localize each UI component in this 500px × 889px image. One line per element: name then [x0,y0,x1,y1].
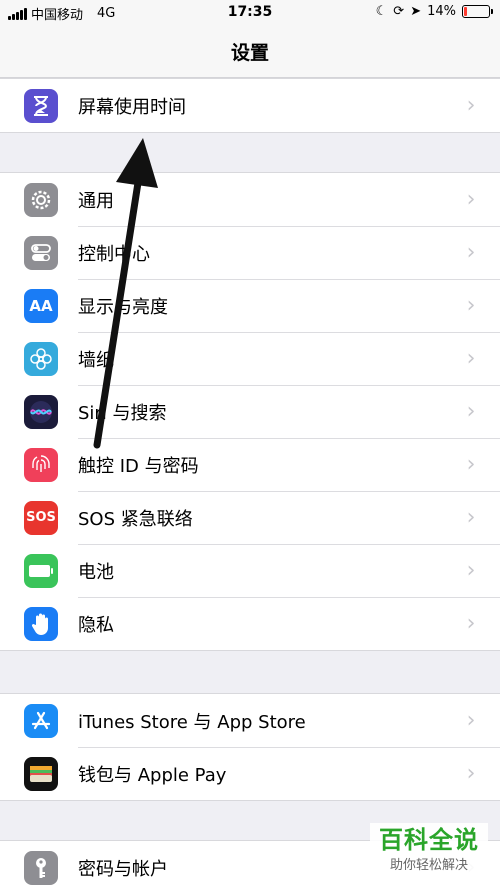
flower-icon [24,341,58,376]
sos-icon: SOS [24,500,58,535]
settings-row-label: 墙纸 [78,349,114,371]
settings-row-label: SOS 紧急联络 [78,508,193,530]
status-bar: 中国移动 4G 17:35 ☾ ⟳ ➤ 14% [0,0,500,26]
settings-row-label: 屏幕使用时间 [78,96,186,118]
settings-row-app-store[interactable]: iTunes Store 与 App Store › [0,694,500,747]
toggles-icon [24,235,58,270]
watermark-logo: 百科全说 助你轻松解决 [370,823,488,883]
chevron-right-icon: › [466,346,476,371]
location-icon: ➤ [410,4,422,19]
chevron-right-icon: › [466,761,476,786]
settings-row-toggles[interactable]: 控制中心 › [0,226,500,279]
icon-text: AA [29,296,53,315]
app-store-icon [24,703,58,738]
settings-group-general: 通用 › 控制中心 › AA 显示与亮度 › 墙纸 › Siri 与搜索 › 触控 ID 与密码 › SO… [0,172,500,651]
chevron-right-icon: › [466,611,476,636]
settings-row-fingerprint[interactable]: 触控 ID 与密码 › [0,438,500,491]
hourglass-icon [24,88,58,123]
settings-row-siri[interactable]: Siri 与搜索 › [0,385,500,438]
settings-row-label: Siri 与搜索 [78,402,167,424]
settings-row-wallet[interactable]: 钱包与 Apple Pay › [0,747,500,800]
settings-row-sos[interactable]: SOS SOS 紧急联络 › [0,491,500,544]
settings-row-label: 钱包与 Apple Pay [78,764,227,786]
chevron-right-icon: › [466,505,476,530]
moon-icon: ☾ [375,4,388,19]
settings-row-gear[interactable]: 通用 › [0,173,500,226]
settings-group-stores: iTunes Store 与 App Store › 钱包与 Apple Pay › [0,693,500,801]
rotation-lock-icon: ⟳ [393,4,405,19]
settings-row-label: iTunes Store 与 App Store [78,711,306,733]
settings-group-screen-time: 屏幕使用时间 › [0,78,500,133]
battery-icon [462,5,493,18]
battery-percent: 14% [427,4,456,19]
settings-row-flower[interactable]: 墙纸 › [0,332,500,385]
watermark-title: 百科全说 [379,826,479,854]
icon-text: SOS [26,510,56,525]
chevron-right-icon: › [466,240,476,265]
settings-row-label: 触控 ID 与密码 [78,455,199,477]
settings-row-battery[interactable]: 电池 › [0,544,500,597]
status-right: ☾ ⟳ ➤ 14% [375,4,493,19]
wallet-icon [24,756,58,791]
fingerprint-icon [24,447,58,482]
hand-icon [24,606,58,641]
settings-row-hourglass[interactable]: 屏幕使用时间 › [0,79,500,132]
nav-bar: 设置 [0,26,500,78]
gear-icon [24,182,58,217]
chevron-right-icon: › [466,399,476,424]
settings-row-label: 通用 [78,190,114,212]
settings-row-hand[interactable]: 隐私 › [0,597,500,650]
key-icon [24,850,58,885]
settings-row-label: 电池 [78,561,114,583]
settings-row-label: 隐私 [78,614,114,636]
siri-icon [24,394,58,429]
text-size-icon: AA [24,288,58,323]
settings-row-label: 控制中心 [78,243,150,265]
page-title: 设置 [230,42,269,64]
chevron-right-icon: › [466,93,476,118]
battery-fill [464,7,468,16]
settings-row-text-size[interactable]: AA 显示与亮度 › [0,279,500,332]
chevron-right-icon: › [466,452,476,477]
battery-icon [24,553,58,588]
chevron-right-icon: › [466,293,476,318]
watermark-subtitle: 助你轻松解决 [389,858,468,873]
chevron-right-icon: › [466,558,476,583]
chevron-right-icon: › [466,708,476,733]
settings-row-label: 显示与亮度 [78,296,168,318]
chevron-right-icon: › [466,187,476,212]
